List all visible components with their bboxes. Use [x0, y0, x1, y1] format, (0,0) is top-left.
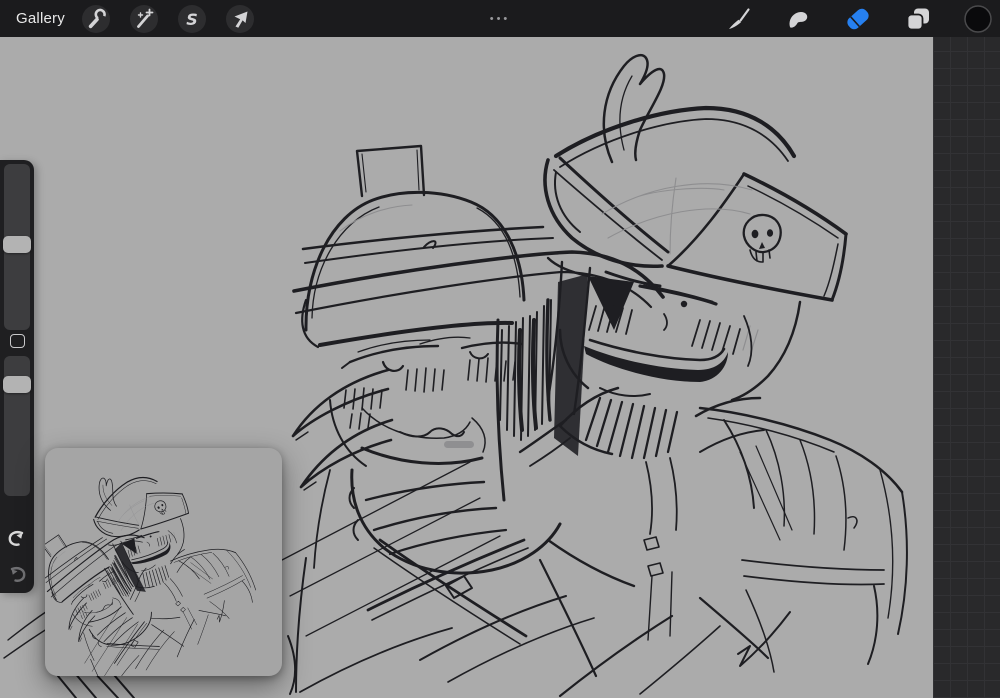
modify-button[interactable] — [10, 334, 25, 348]
paint-tool-button[interactable] — [723, 4, 753, 34]
brush-opacity-slider[interactable] — [3, 356, 31, 496]
redo-arrow-icon — [10, 566, 26, 582]
undo-arrow-icon — [8, 530, 24, 546]
wrench-icon — [88, 8, 106, 28]
pirate-hat — [543, 54, 848, 306]
color-circle-icon — [964, 4, 992, 33]
procreate-app: Gallery S ••• — [0, 0, 1000, 698]
svg-text:S: S — [186, 10, 198, 29]
brush-size-slider[interactable] — [3, 164, 31, 330]
layers-button[interactable] — [903, 4, 933, 34]
erase-tool-button[interactable] — [843, 4, 873, 34]
canvas-options-handle[interactable]: ••• — [490, 0, 511, 37]
soldier-face — [291, 336, 524, 491]
undo-button[interactable] — [5, 526, 29, 550]
reference-panel-preview — [45, 448, 269, 676]
selection-s-icon: S — [186, 10, 198, 29]
brush-icon — [729, 7, 750, 29]
reference-panel-handle[interactable] — [444, 441, 474, 448]
top-toolbar: Gallery S ••• — [0, 0, 1000, 37]
adjustments-button[interactable] — [129, 4, 158, 33]
brush-size-thumb[interactable] — [3, 236, 31, 253]
selection-button[interactable]: S — [177, 4, 206, 33]
redo-button[interactable] — [5, 562, 29, 586]
smudge-tool-button[interactable] — [783, 4, 813, 34]
soldier-helmet — [292, 144, 665, 349]
smudge-icon — [789, 11, 808, 28]
gallery-button[interactable]: Gallery — [16, 10, 65, 27]
layers-icon — [906, 8, 929, 30]
outside-canvas-area — [933, 37, 1000, 698]
pirate-collar — [558, 386, 765, 641]
magic-wand-icon — [137, 8, 154, 28]
shadow-hatch-between-heads — [495, 260, 592, 502]
brush-opacity-thumb[interactable] — [3, 376, 31, 393]
actions-button[interactable] — [81, 4, 110, 33]
soldier-torso — [281, 461, 636, 693]
eraser-icon — [847, 8, 869, 29]
brush-sidebar — [0, 160, 34, 593]
skull-emblem — [742, 213, 782, 263]
transform-arrow-icon — [234, 11, 248, 28]
color-swatch-button[interactable] — [963, 4, 993, 34]
pirate-coat — [558, 406, 908, 698]
transform-button[interactable] — [225, 4, 254, 33]
reference-panel[interactable] — [45, 448, 282, 676]
